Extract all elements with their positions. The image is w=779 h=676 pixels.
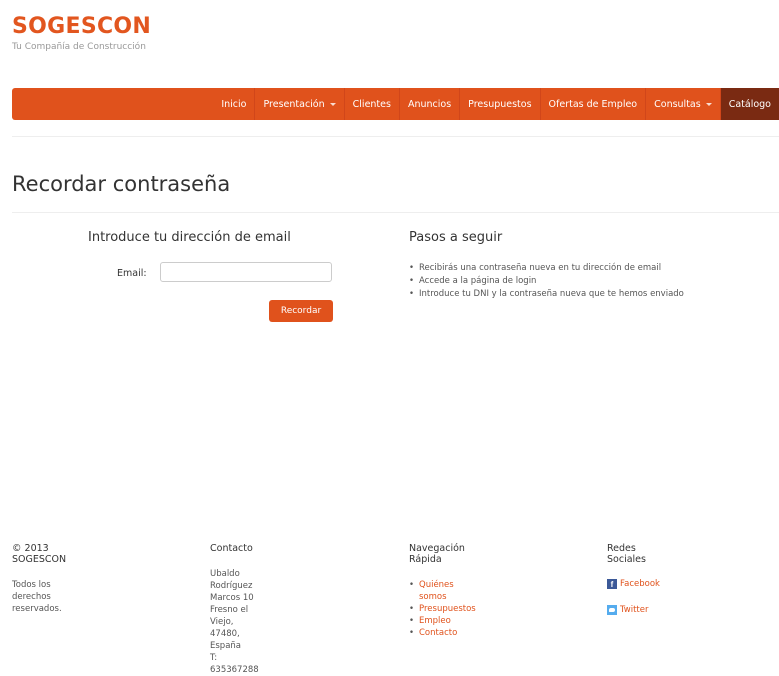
facebook-link[interactable]: f Facebook (607, 579, 660, 589)
divider (12, 136, 779, 137)
footer-quicknav: Navegación Rápida Quiénes somos Presupue… (409, 543, 476, 639)
nav-label: Presentación (263, 98, 325, 110)
main-navbar: Inicio Presentación Clientes Anuncios Pr… (12, 88, 779, 120)
footer-contact: Contacto Ubaldo Rodríguez Marcos 10 Fres… (210, 543, 259, 676)
twitter-link[interactable]: Twitter (607, 605, 660, 615)
quicknav-list: Quiénes somos Presupuestos Empleo Contac… (409, 579, 476, 639)
contact-city: Fresno el Viejo, 47480, España (210, 605, 249, 651)
contact-address: Ubaldo Rodríguez Marcos 10 (210, 569, 254, 603)
list-item: Introduce tu DNI y la contraseña nueva q… (409, 288, 709, 300)
nav-item-inicio[interactable]: Inicio (213, 88, 254, 120)
site-logo[interactable]: SOGESCON Tu Compañía de Construcción (12, 14, 151, 52)
nav-label: Anuncios (407, 98, 452, 110)
recordar-button[interactable]: Recordar (269, 300, 333, 322)
quicknav-link-empleo[interactable]: Empleo (409, 615, 476, 627)
nav-label: Presupuestos (468, 98, 532, 110)
steps-list: Recibirás una contraseña nueva en tu dir… (409, 262, 709, 301)
nav-item-presentacion[interactable]: Presentación (254, 88, 343, 120)
nav-item-consultas[interactable]: Consultas (645, 88, 720, 120)
twitter-label: Twitter (620, 605, 649, 615)
footer-social: Redes Sociales f Facebook Twitter (607, 543, 660, 631)
nav-item-presupuestos[interactable]: Presupuestos (459, 88, 539, 120)
email-label: Email: (117, 268, 147, 279)
quicknav-link-presupuestos[interactable]: Presupuestos (409, 603, 476, 615)
nav-label: Inicio (221, 98, 247, 110)
quicknav-heading: Navegación Rápida (409, 543, 465, 565)
nav-item-ofertas-empleo[interactable]: Ofertas de Empleo (539, 88, 646, 120)
facebook-label: Facebook (620, 579, 660, 589)
brand-name: SOGESCON (12, 14, 152, 39)
copyright-heading: © 2013 SOGESCON (12, 543, 67, 565)
list-item: Accede a la página de login (409, 275, 709, 287)
page-title: Recordar contraseña (12, 172, 231, 196)
form-heading: Introduce tu dirección de email (88, 230, 291, 245)
nav-label: Ofertas de Empleo (548, 98, 638, 110)
footer-copyright: © 2013 SOGESCON Todos los derechos reser… (12, 543, 66, 615)
chevron-down-icon (329, 102, 336, 106)
nav-label: Catálogo (728, 98, 771, 110)
copyright-text: Todos los derechos reservados. (12, 580, 62, 614)
chevron-down-icon (705, 102, 712, 106)
divider (12, 212, 779, 213)
quicknav-link-quienes-somos[interactable]: Quiénes somos (409, 579, 476, 603)
nav-item-clientes[interactable]: Clientes (343, 88, 399, 120)
nav-label: Consultas (654, 98, 701, 110)
brand-tagline: Tu Compañía de Construcción (12, 42, 146, 52)
contact-heading: Contacto (210, 543, 253, 554)
nav-item-anuncios[interactable]: Anuncios (398, 88, 459, 120)
nav-list: Inicio Presentación Clientes Anuncios Pr… (213, 88, 779, 120)
quicknav-link-contacto[interactable]: Contacto (409, 627, 476, 639)
contact-phone: T: 635367288 (210, 653, 259, 675)
social-heading: Redes Sociales (607, 543, 646, 565)
list-item: Recibirás una contraseña nueva en tu dir… (409, 262, 709, 274)
nav-label: Clientes (352, 98, 391, 110)
steps-heading: Pasos a seguir (409, 230, 503, 245)
email-input[interactable] (160, 262, 332, 282)
nav-item-catalogo[interactable]: Catálogo (719, 88, 779, 120)
facebook-icon: f (607, 579, 617, 589)
twitter-icon (607, 605, 617, 615)
